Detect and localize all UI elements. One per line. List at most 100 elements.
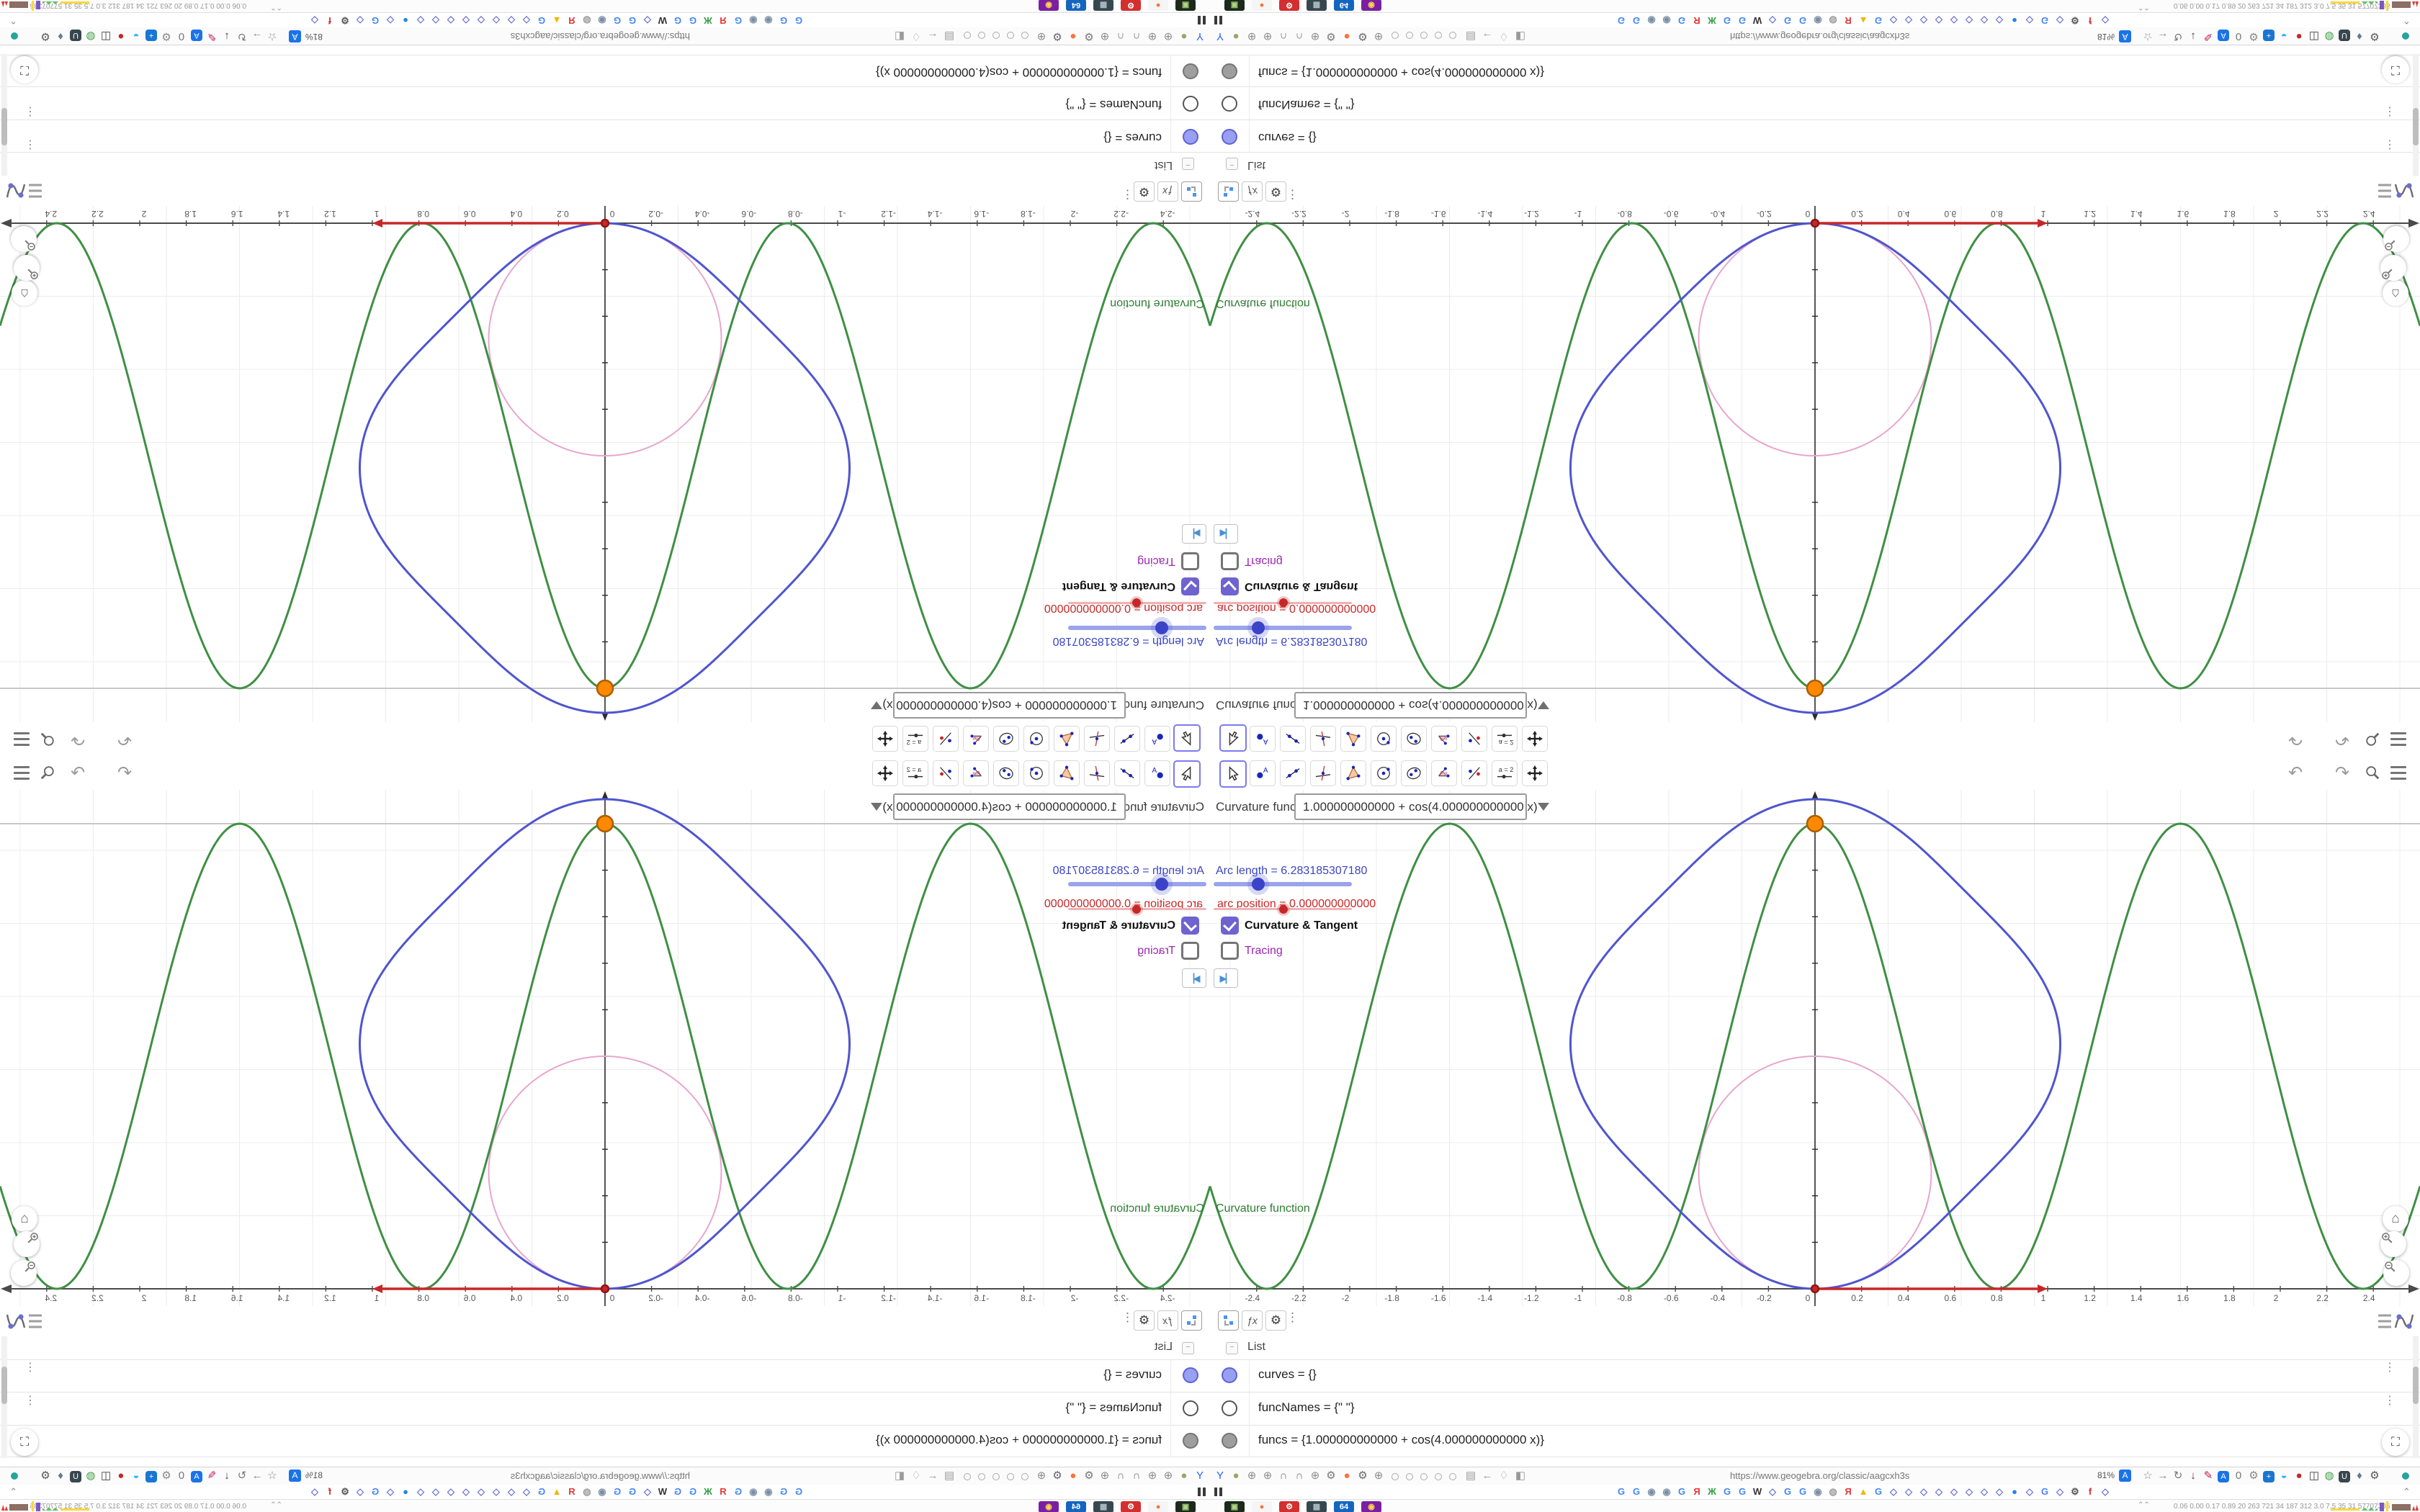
tool-circle-button[interactable] xyxy=(1371,760,1397,786)
icon-◇[interactable]: ◇ xyxy=(354,1485,367,1498)
icon-⚙[interactable]: ⚙ xyxy=(2069,14,2081,27)
icon-◍[interactable]: ◍ xyxy=(84,29,98,43)
icon-●[interactable]: ● xyxy=(399,14,412,27)
play-step-button[interactable]: ▶▏ xyxy=(1214,968,1238,988)
arc-length-slider-knob[interactable] xyxy=(1252,621,1265,634)
settings-button[interactable]: ⚙ xyxy=(1265,1310,1286,1331)
icon-◇[interactable]: ◇ xyxy=(1993,14,2006,27)
icon-←[interactable]: ← xyxy=(926,29,940,43)
arc-position-point[interactable] xyxy=(600,218,610,228)
sidebar-status-icon[interactable] xyxy=(11,1472,18,1480)
tracing-checkbox[interactable] xyxy=(1221,552,1239,570)
visibility-toggle[interactable] xyxy=(1222,1367,1237,1383)
tool-move-graphics-button[interactable] xyxy=(872,726,898,752)
icon-↓[interactable]: ↓ xyxy=(2186,29,2200,43)
tool-angle-button[interactable]: α xyxy=(963,760,989,786)
icon-◇[interactable]: ◇ xyxy=(490,1485,503,1498)
zoom-in-button[interactable] xyxy=(2380,255,2406,281)
tree-view-button[interactable] xyxy=(1218,181,1239,202)
tool-point-button[interactable]: A xyxy=(1250,760,1276,786)
icon-⚙[interactable]: ⚙ xyxy=(1279,0,1299,11)
visibility-toggle[interactable] xyxy=(1222,63,1237,79)
icon-U[interactable]: U xyxy=(2337,29,2352,43)
icon-◧[interactable]: ◧ xyxy=(1513,29,1528,43)
icon-◇[interactable]: ◇ xyxy=(1963,1485,1976,1498)
tool-move-graphics-button[interactable] xyxy=(1522,726,1548,752)
icon-64[interactable]: 64 xyxy=(1066,0,1086,11)
page-zoom-indicator[interactable]: 81% xyxy=(2097,32,2115,42)
tool-move-button[interactable] xyxy=(1173,724,1201,752)
tool-move-button[interactable] xyxy=(1219,760,1247,788)
icon-●[interactable]: ● xyxy=(1066,1469,1080,1483)
icon-G[interactable]: G xyxy=(1675,1485,1688,1498)
icon-◉[interactable]: ◉ xyxy=(762,14,775,27)
icon-⊕[interactable]: ⊕ xyxy=(1145,1469,1160,1483)
icon-◉[interactable]: ◉ xyxy=(1660,1485,1673,1498)
icon-Y[interactable]: Y xyxy=(1193,29,1207,43)
icon-✎[interactable]: ✎ xyxy=(2201,1469,2215,1483)
tool-circle-button[interactable] xyxy=(1023,726,1049,752)
scrollbar-thumb[interactable] xyxy=(2413,1367,2419,1404)
row-menu-button[interactable]: ⋮ xyxy=(2384,138,2396,150)
icon-G[interactable]: G xyxy=(626,1485,639,1498)
icon-◇[interactable]: ◇ xyxy=(1766,14,1779,27)
curve-point[interactable] xyxy=(596,814,614,833)
icon-◇[interactable]: ◇ xyxy=(414,1485,427,1498)
icon-♢[interactable]: ♢ xyxy=(1497,29,1511,43)
curvature-tangent-checkbox[interactable] xyxy=(1221,577,1239,595)
icon-G[interactable]: G xyxy=(1630,14,1643,27)
algebra-row-curves[interactable]: curves = {} ⋮ xyxy=(1210,1359,2420,1392)
icon-◉[interactable]: ◉ xyxy=(1361,0,1381,11)
icon-∩[interactable]: ∩ xyxy=(1292,29,1307,43)
algebra-row-funcs[interactable]: funcs = {1.000000000000 + cos(4.00000000… xyxy=(1210,55,2420,87)
tree-view-button[interactable] xyxy=(1181,181,1202,202)
icon-◇[interactable]: ◇ xyxy=(1917,1485,1930,1498)
icon-Я[interactable]: Я xyxy=(717,14,730,27)
icon-→[interactable]: → xyxy=(250,1469,264,1483)
icon-◇[interactable]: ◇ xyxy=(520,1485,533,1498)
row-menu-button[interactable]: ⋮ xyxy=(2384,1395,2396,1407)
icon-▣[interactable]: ▣ xyxy=(1175,1501,1196,1512)
tool-slider-button[interactable]: a = 2 xyxy=(1492,760,1518,786)
visibility-toggle[interactable] xyxy=(1183,63,1198,79)
row-menu-button[interactable]: ⋮ xyxy=(2384,105,2396,117)
arc-length-slider[interactable] xyxy=(1214,626,1352,630)
tool-point-button[interactable]: A xyxy=(1250,726,1276,752)
visibility-toggle[interactable] xyxy=(1183,1400,1198,1416)
icon-⚙[interactable]: ⚙ xyxy=(1279,1501,1299,1512)
icon-⚙[interactable]: ⚙ xyxy=(1050,29,1065,43)
sidebar-status-icon[interactable] xyxy=(11,32,18,40)
icon-⚙[interactable]: ⚙ xyxy=(1355,29,1370,43)
icon-◧[interactable]: ◧ xyxy=(892,29,907,43)
icon-⊕[interactable]: ⊕ xyxy=(1260,29,1275,43)
icon-←[interactable]: ← xyxy=(1480,1469,1494,1483)
icon-♦[interactable]: ♦ xyxy=(53,29,68,43)
icon-U[interactable]: U xyxy=(2337,1469,2352,1483)
icon-f[interactable]: f xyxy=(2084,1485,2097,1498)
tool-angle-button[interactable]: α xyxy=(1431,760,1457,786)
tool-reflect-button[interactable] xyxy=(933,760,959,786)
icon-◒[interactable]: ◒ xyxy=(2277,1469,2291,1483)
icon-G[interactable]: G xyxy=(1630,1485,1643,1498)
icon-⊕[interactable]: ⊕ xyxy=(1308,29,1322,43)
icon-●[interactable]: ● xyxy=(1229,29,1243,43)
tool-polygon-button[interactable] xyxy=(1340,760,1366,786)
icon-◇[interactable]: ◇ xyxy=(490,14,503,27)
icon-+[interactable]: + xyxy=(2262,29,2276,43)
icon-◍[interactable]: ◍ xyxy=(581,1485,593,1498)
undo-button[interactable]: ↶ xyxy=(2283,727,2308,752)
icon-⊕[interactable]: ⊕ xyxy=(1260,1469,1275,1483)
icon-▲[interactable]: ▲ xyxy=(550,1485,563,1498)
icon-∩[interactable]: ∩ xyxy=(1292,1469,1307,1483)
curvature-tangent-checkbox[interactable] xyxy=(1181,917,1199,935)
icon-◉[interactable]: ◉ xyxy=(596,1485,609,1498)
icon-◇[interactable]: ◇ xyxy=(444,1485,457,1498)
redo-button[interactable]: ↷ xyxy=(66,727,90,752)
tool-angle-button[interactable]: α xyxy=(963,726,989,752)
collapse-list-button[interactable]: − xyxy=(1226,158,1238,170)
icon-◇[interactable]: ◇ xyxy=(1887,14,1900,27)
icon-◉[interactable]: ◉ xyxy=(1039,0,1059,11)
main-menu-button[interactable] xyxy=(9,727,34,752)
tracing-checkbox[interactable] xyxy=(1181,942,1199,960)
icon-▦[interactable]: ▦ xyxy=(1307,1501,1327,1512)
